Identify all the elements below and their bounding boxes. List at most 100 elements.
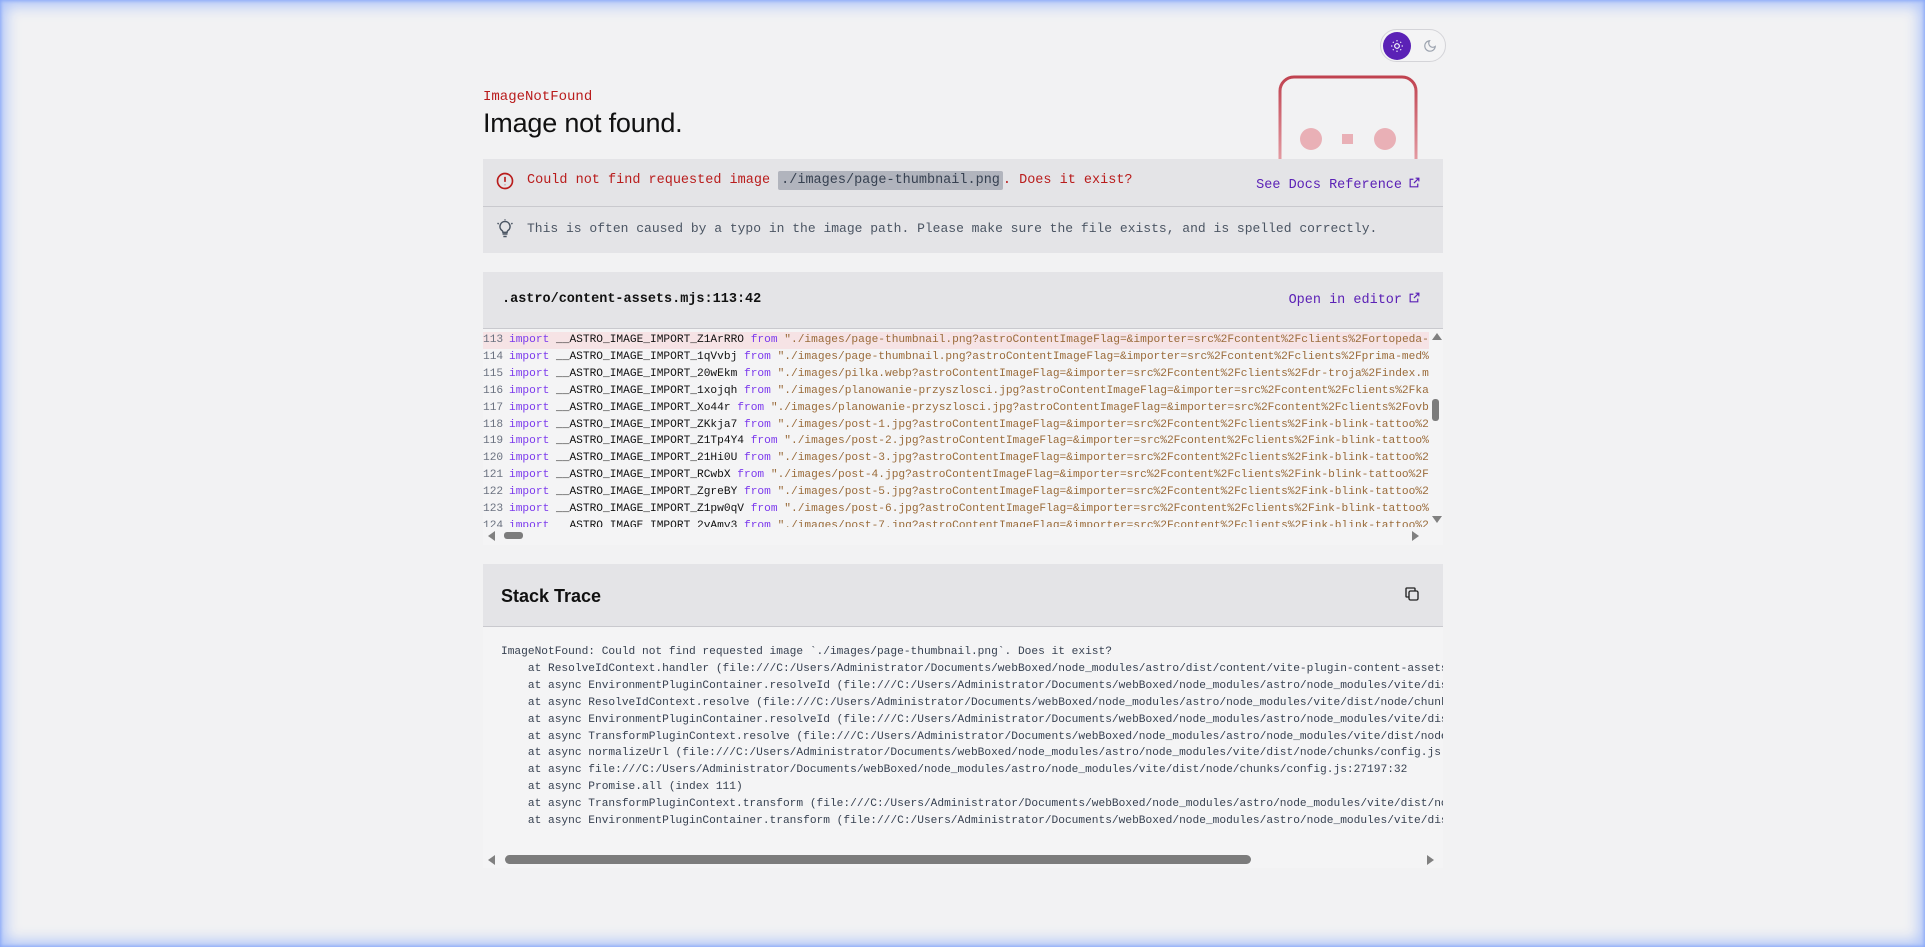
line-number: 119 [483,435,504,448]
line-number: 117 [483,401,504,414]
stack-trace-line: at async TransformPluginContext.resolve … [501,730,1443,743]
keyword-from: from [737,469,765,482]
message-prefix: Could not find requested image [527,173,779,188]
keyword-from: from [744,418,771,431]
stack-trace-title: Stack Trace [501,586,602,606]
identifier: __ASTRO_IMAGE_IMPORT_Z1Tp4Y4 [549,435,751,448]
code-file-location: .astro/content-assets.mjs:113:42 [502,292,762,307]
identifier: __ASTRO_IMAGE_IMPORT_20wEkm [549,367,744,380]
line-number: 122 [483,486,504,499]
string-literal: "./images/planowanie-przyszlosci.jpg?ast… [764,401,1429,414]
scroll-left-icon[interactable] [488,531,495,541]
copy-icon[interactable] [1403,585,1421,603]
stack-trace-line: at async EnvironmentPluginContainer.reso… [501,713,1443,726]
keyword-from: from [744,519,771,527]
line-number: 124 [483,519,504,527]
open-editor-label: Open in editor [1288,292,1402,308]
line-number: 114 [483,350,504,363]
line-number: 116 [483,384,504,397]
keyword-import: import [509,503,550,515]
keyword-import: import [509,469,550,482]
stack-trace-line: at async file:///C:/Users/Administrator/… [501,764,1408,777]
scroll-down-icon[interactable] [1432,516,1442,523]
keyword-from: from [750,435,778,448]
line-number: 121 [483,469,504,482]
code-snippet[interactable]: 113 import __ASTRO_IMAGE_IMPORT_Z1ArRRO f… [483,329,1429,527]
stack-trace-line: at async TransformPluginContext.transfor… [501,798,1443,811]
keyword-from: from [744,350,771,363]
code-line: 120 import __ASTRO_IMAGE_IMPORT_21Hi0U fr… [483,450,1429,467]
line-number: 118 [483,418,504,431]
scroll-left-icon[interactable] [488,855,495,865]
scroll-right-icon[interactable] [1427,855,1434,865]
code-vertical-scrollbar[interactable] [1429,329,1443,527]
alert-circle-icon [495,171,515,191]
stack-trace-line: at ResolveIdContext.handler (file:///C:/… [501,662,1443,675]
hint-row: This is often caused by a typo in the im… [483,207,1443,253]
stack-trace-header: Stack Trace [483,564,1443,627]
error-message-row: Could not find requested image ./images/… [483,159,1443,207]
keyword-import: import [509,486,550,499]
identifier: __ASTRO_IMAGE_IMPORT_ZgreBY [549,486,744,499]
stack-trace-line: at async Promise.all (index 111) [501,781,743,794]
docs-link-label: See Docs Reference [1256,177,1402,193]
lightbulb-icon [495,219,515,239]
code-line: 117 import __ASTRO_IMAGE_IMPORT_Xo44r fro… [483,400,1429,417]
sun-icon[interactable] [1383,32,1411,60]
identifier: __ASTRO_IMAGE_IMPORT_1qVvbj [549,350,744,363]
keyword-from: from [744,486,771,499]
keyword-from: from [750,503,778,515]
stack-trace-line: at async EnvironmentPluginContainer.tran… [501,815,1443,827]
moon-icon[interactable] [1422,38,1438,54]
code-line: 116 import __ASTRO_IMAGE_IMPORT_1xojqh fr… [483,383,1429,400]
image-path-code: ./images/page-thumbnail.png [778,171,1003,190]
scrollbar-thumb[interactable] [1432,399,1439,421]
identifier: __ASTRO_IMAGE_IMPORT_2vAmy3 [549,519,744,527]
error-message: Could not find requested image ./images/… [527,171,1133,190]
message-suffix: . Does it exist? [1002,173,1133,188]
docs-reference-link[interactable]: See Docs Reference [1256,176,1421,194]
scrollbar-thumb[interactable] [504,532,523,539]
string-literal: "./images/planowanie-przyszlosci.jpg?ast… [770,384,1429,397]
astro-mascot-icon [1278,75,1418,159]
stack-horizontal-scrollbar[interactable] [483,850,1443,868]
identifier: __ASTRO_IMAGE_IMPORT_Z1ArRRO [549,334,751,346]
external-link-icon [1408,291,1421,309]
code-line: 119 import __ASTRO_IMAGE_IMPORT_Z1Tp4Y4 f… [483,433,1429,450]
code-panel: .astro/content-assets.mjs:113:42 Open in… [483,272,1443,545]
code-line: 115 import __ASTRO_IMAGE_IMPORT_20wEkm fr… [483,366,1429,383]
string-literal: "./images/post-2.jpg?astroContentImageFl… [777,435,1429,448]
keyword-import: import [509,384,550,397]
code-horizontal-scrollbar[interactable] [483,527,1443,543]
keyword-from: from [750,334,778,346]
code-header: .astro/content-assets.mjs:113:42 Open in… [483,272,1443,329]
scroll-right-icon[interactable] [1412,531,1419,541]
line-number: 115 [483,367,504,380]
identifier: __ASTRO_IMAGE_IMPORT_21Hi0U [549,452,744,465]
keyword-import: import [509,519,550,527]
identifier: __ASTRO_IMAGE_IMPORT_Xo44r [549,401,738,414]
identifier: __ASTRO_IMAGE_IMPORT_ZKkja7 [549,418,744,431]
hint-text: This is often caused by a typo in the im… [527,221,1378,236]
stack-trace-panel: Stack Trace ImageNotFound: Could not fin… [483,564,1443,868]
keyword-import: import [509,435,550,448]
string-literal: "./images/post-5.jpg?astroContentImageFl… [770,486,1429,499]
scrollbar-thumb[interactable] [505,855,1251,864]
stack-trace-line: at async ResolveIdContext.resolve (file:… [501,696,1443,709]
theme-toggle[interactable] [1380,29,1446,62]
scroll-up-icon[interactable] [1432,333,1442,340]
string-literal: "./images/post-1.jpg?astroContentImageFl… [770,418,1429,431]
code-line: 118 import __ASTRO_IMAGE_IMPORT_ZKkja7 fr… [483,417,1429,434]
stack-trace-text[interactable]: ImageNotFound: Could not find requested … [483,627,1443,849]
keyword-from: from [737,401,765,414]
keyword-from: from [744,384,771,397]
identifier: __ASTRO_IMAGE_IMPORT_RCwbX [549,469,738,482]
code-line: 124 import __ASTRO_IMAGE_IMPORT_2vAmy3 fr… [483,518,1429,527]
external-link-icon [1408,176,1421,194]
keyword-from: from [744,452,771,465]
open-in-editor-link[interactable]: Open in editor [1289,291,1421,309]
line-number: 123 [483,503,504,515]
string-literal: "./images/post-4.jpg?astroContentImageFl… [764,469,1429,482]
identifier: __ASTRO_IMAGE_IMPORT_Z1pw0qV [549,503,751,515]
keyword-import: import [509,452,550,465]
